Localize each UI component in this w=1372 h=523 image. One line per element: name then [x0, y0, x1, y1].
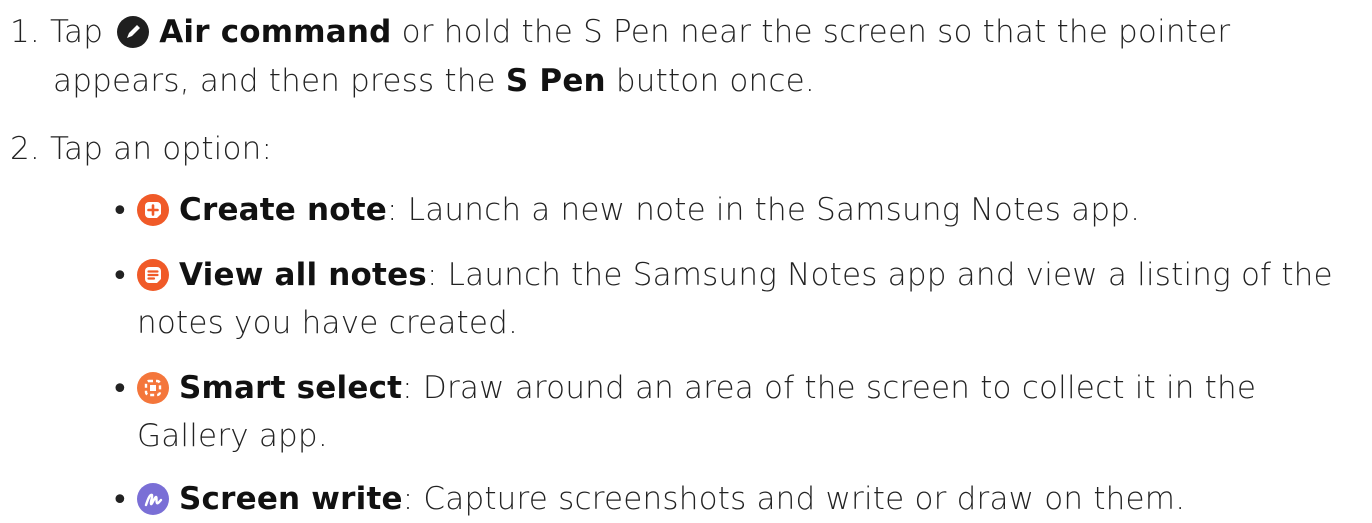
option-desc: : Capture screenshots and write or draw …	[402, 481, 1186, 517]
option-create-note: Create note: Launch a new note in the Sa…	[137, 190, 1140, 230]
step-2-line: 2. Tap an option:	[10, 129, 272, 169]
option-smart-select: Smart select: Draw around an area of the…	[137, 368, 1256, 408]
option-screen-write: Screen write: Capture screenshots and wr…	[137, 479, 1185, 519]
step-1-line-2: appears, and then press the S Pen button…	[53, 61, 815, 101]
smart-select-icon	[137, 372, 169, 404]
step-1-line-1: 1. Tap Air command or hold the S Pen nea…	[10, 12, 1230, 52]
option-desc: : Launch the Samsung Notes app and view …	[426, 257, 1333, 293]
option-desc-cont: notes you have created.	[137, 305, 519, 341]
step-text: Tap	[50, 14, 104, 50]
option-desc: : Launch a new note in the Samsung Notes…	[387, 192, 1141, 228]
step-number: 2.	[10, 131, 40, 167]
option-title: Screen write	[179, 481, 403, 517]
view-all-notes-icon	[137, 259, 169, 291]
option-title: View all notes	[179, 257, 427, 293]
bullet: •	[111, 259, 129, 294]
step-text: button once.	[605, 63, 815, 99]
step-text: Tap an option:	[50, 131, 273, 167]
screen-write-icon	[137, 483, 169, 515]
bullet: •	[111, 372, 129, 407]
s-pen-label: S Pen	[505, 63, 606, 99]
step-text: appears, and then press the	[53, 63, 506, 99]
option-view-all-notes-cont: notes you have created.	[137, 303, 518, 343]
step-text: or hold the S Pen near the screen so tha…	[391, 14, 1231, 50]
option-desc: : Draw around an area of the screen to c…	[402, 370, 1257, 406]
create-note-icon	[137, 194, 169, 226]
option-title: Smart select	[179, 370, 403, 406]
document-page: 1. Tap Air command or hold the S Pen nea…	[0, 0, 1372, 523]
air-command-label: Air command	[159, 14, 392, 50]
bullet: •	[111, 194, 129, 229]
option-title: Create note	[179, 192, 388, 228]
option-view-all-notes: View all notes: Launch the Samsung Notes…	[137, 255, 1333, 295]
step-number: 1.	[10, 14, 40, 50]
bullet: •	[111, 483, 129, 518]
option-smart-select-cont: Gallery app.	[137, 416, 328, 456]
air-command-pen-icon	[117, 16, 150, 48]
option-desc-cont: Gallery app.	[137, 418, 328, 454]
